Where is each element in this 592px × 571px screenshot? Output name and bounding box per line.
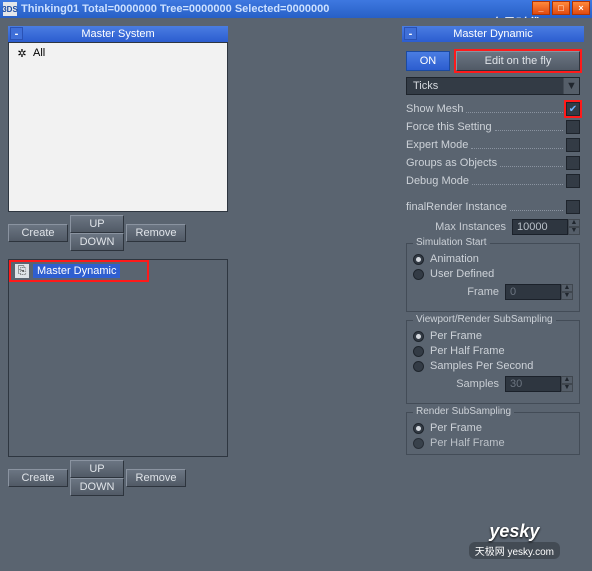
up-button[interactable]: UP xyxy=(70,215,124,233)
option-label: Groups as Objects xyxy=(406,157,497,169)
option-label: Debug Mode xyxy=(406,175,469,187)
option-label: Expert Mode xyxy=(406,139,468,151)
down-button[interactable]: DOWN xyxy=(70,233,124,251)
render-subsampling-group: Render SubSampling Per Frame Per Half Fr… xyxy=(406,412,580,455)
radio-user-defined[interactable] xyxy=(413,269,424,280)
window-title: Thinking01 Total=0000000 Tree=0000000 Se… xyxy=(21,3,329,15)
master-system-header[interactable]: - Master System xyxy=(8,26,228,42)
list-item-label: Master Dynamic xyxy=(33,264,120,278)
edit-on-the-fly-button[interactable]: Edit on the fly xyxy=(456,51,580,71)
samples-label: Samples xyxy=(456,378,499,390)
dropdown-value: Ticks xyxy=(413,80,438,92)
radio-label: Animation xyxy=(430,253,479,265)
spinner-down-icon: ▼ xyxy=(561,384,573,392)
watermark-sub: 天极网 yesky.com xyxy=(469,542,560,559)
up-button[interactable]: UP xyxy=(70,460,124,478)
spinner-up-icon: ▲ xyxy=(561,376,573,384)
master-dynamic-title: Master Dynamic xyxy=(453,28,532,40)
option-checkbox[interactable] xyxy=(566,120,580,134)
radio-per-frame[interactable] xyxy=(413,331,424,342)
radio-per-frame[interactable] xyxy=(413,423,424,434)
simulation-start-group: Simulation Start Animation User Defined … xyxy=(406,243,580,312)
minimize-button[interactable]: _ xyxy=(532,1,550,15)
radio-per-half-frame[interactable] xyxy=(413,346,424,357)
frame-spinner: ▲▼ xyxy=(505,284,573,300)
spinner-down-icon: ▼ xyxy=(561,292,573,300)
finalrender-checkbox[interactable] xyxy=(566,200,580,214)
spinner-down-icon[interactable]: ▼ xyxy=(568,227,580,235)
titlebar: 3DS Thinking01 Total=0000000 Tree=000000… xyxy=(0,0,592,18)
maximize-button[interactable]: □ xyxy=(552,1,570,15)
radio-label: Samples Per Second xyxy=(430,360,533,372)
tree-item[interactable]: ✲ All xyxy=(9,43,227,63)
create-button[interactable]: Create xyxy=(8,469,68,487)
samples-spinner: ▲▼ xyxy=(505,376,573,392)
remove-button[interactable]: Remove xyxy=(126,469,186,487)
max-instances-label: Max Instances xyxy=(435,221,506,233)
frame-input xyxy=(505,284,561,300)
spinner-up-icon[interactable]: ▲ xyxy=(568,219,580,227)
max-instances-spinner[interactable]: ▲▼ xyxy=(512,219,580,235)
radio-label: Per Frame xyxy=(430,422,482,434)
option-checkbox[interactable] xyxy=(566,138,580,152)
on-button[interactable]: ON xyxy=(406,51,450,71)
tree-item-label: All xyxy=(33,47,45,59)
option-checkbox[interactable] xyxy=(566,174,580,188)
option-label: Show Mesh xyxy=(406,103,463,115)
option-checkbox[interactable] xyxy=(566,102,580,116)
dynamic-icon: ⎘ xyxy=(15,264,29,278)
down-button[interactable]: DOWN xyxy=(70,478,124,496)
remove-button[interactable]: Remove xyxy=(126,224,186,242)
group-legend: Simulation Start xyxy=(413,237,490,248)
watermark-logo: yesky xyxy=(469,521,560,542)
radio-per-half-frame[interactable] xyxy=(413,438,424,449)
gear-icon: ✲ xyxy=(15,46,29,60)
finalrender-label: finalRender Instance xyxy=(406,201,507,213)
option-label: Force this Setting xyxy=(406,121,492,133)
radio-animation[interactable] xyxy=(413,254,424,265)
max-instances-input[interactable] xyxy=(512,219,568,235)
watermark-bottom: yesky 天极网 yesky.com xyxy=(469,521,560,559)
window-buttons: _ □ × xyxy=(532,1,590,15)
master-dynamic-header[interactable]: - Master Dynamic xyxy=(402,26,584,42)
ticks-dropdown[interactable]: Ticks ▼ xyxy=(406,77,580,95)
spinner-up-icon: ▲ xyxy=(561,284,573,292)
radio-label: Per Frame xyxy=(430,330,482,342)
collapse-icon[interactable]: - xyxy=(404,27,417,40)
master-system-rollup: - Master System ✲ All Create UP DOWN Rem… xyxy=(8,26,228,251)
master-system-title: Master System xyxy=(81,28,154,40)
dynamic-list-rollup: ⎘ Master Dynamic Create UP DOWN Remove xyxy=(8,259,228,496)
master-system-tree[interactable]: ✲ All xyxy=(8,42,228,212)
group-legend: Render SubSampling xyxy=(413,406,514,417)
radio-label: Per Half Frame xyxy=(430,437,505,449)
radio-label: Per Half Frame xyxy=(430,345,505,357)
app-icon: 3DS xyxy=(3,2,17,16)
dynamic-list[interactable]: ⎘ Master Dynamic xyxy=(8,259,228,457)
option-checkbox[interactable] xyxy=(566,156,580,170)
create-button[interactable]: Create xyxy=(8,224,68,242)
close-button[interactable]: × xyxy=(572,1,590,15)
frame-label: Frame xyxy=(467,286,499,298)
list-item[interactable]: ⎘ Master Dynamic xyxy=(11,262,147,280)
samples-input xyxy=(505,376,561,392)
collapse-icon[interactable]: - xyxy=(10,27,23,40)
viewport-subsampling-group: Viewport/Render SubSampling Per Frame Pe… xyxy=(406,320,580,404)
radio-samples-per-second[interactable] xyxy=(413,361,424,372)
radio-label: User Defined xyxy=(430,268,494,280)
chevron-down-icon: ▼ xyxy=(563,78,579,94)
group-legend: Viewport/Render SubSampling xyxy=(413,314,556,325)
